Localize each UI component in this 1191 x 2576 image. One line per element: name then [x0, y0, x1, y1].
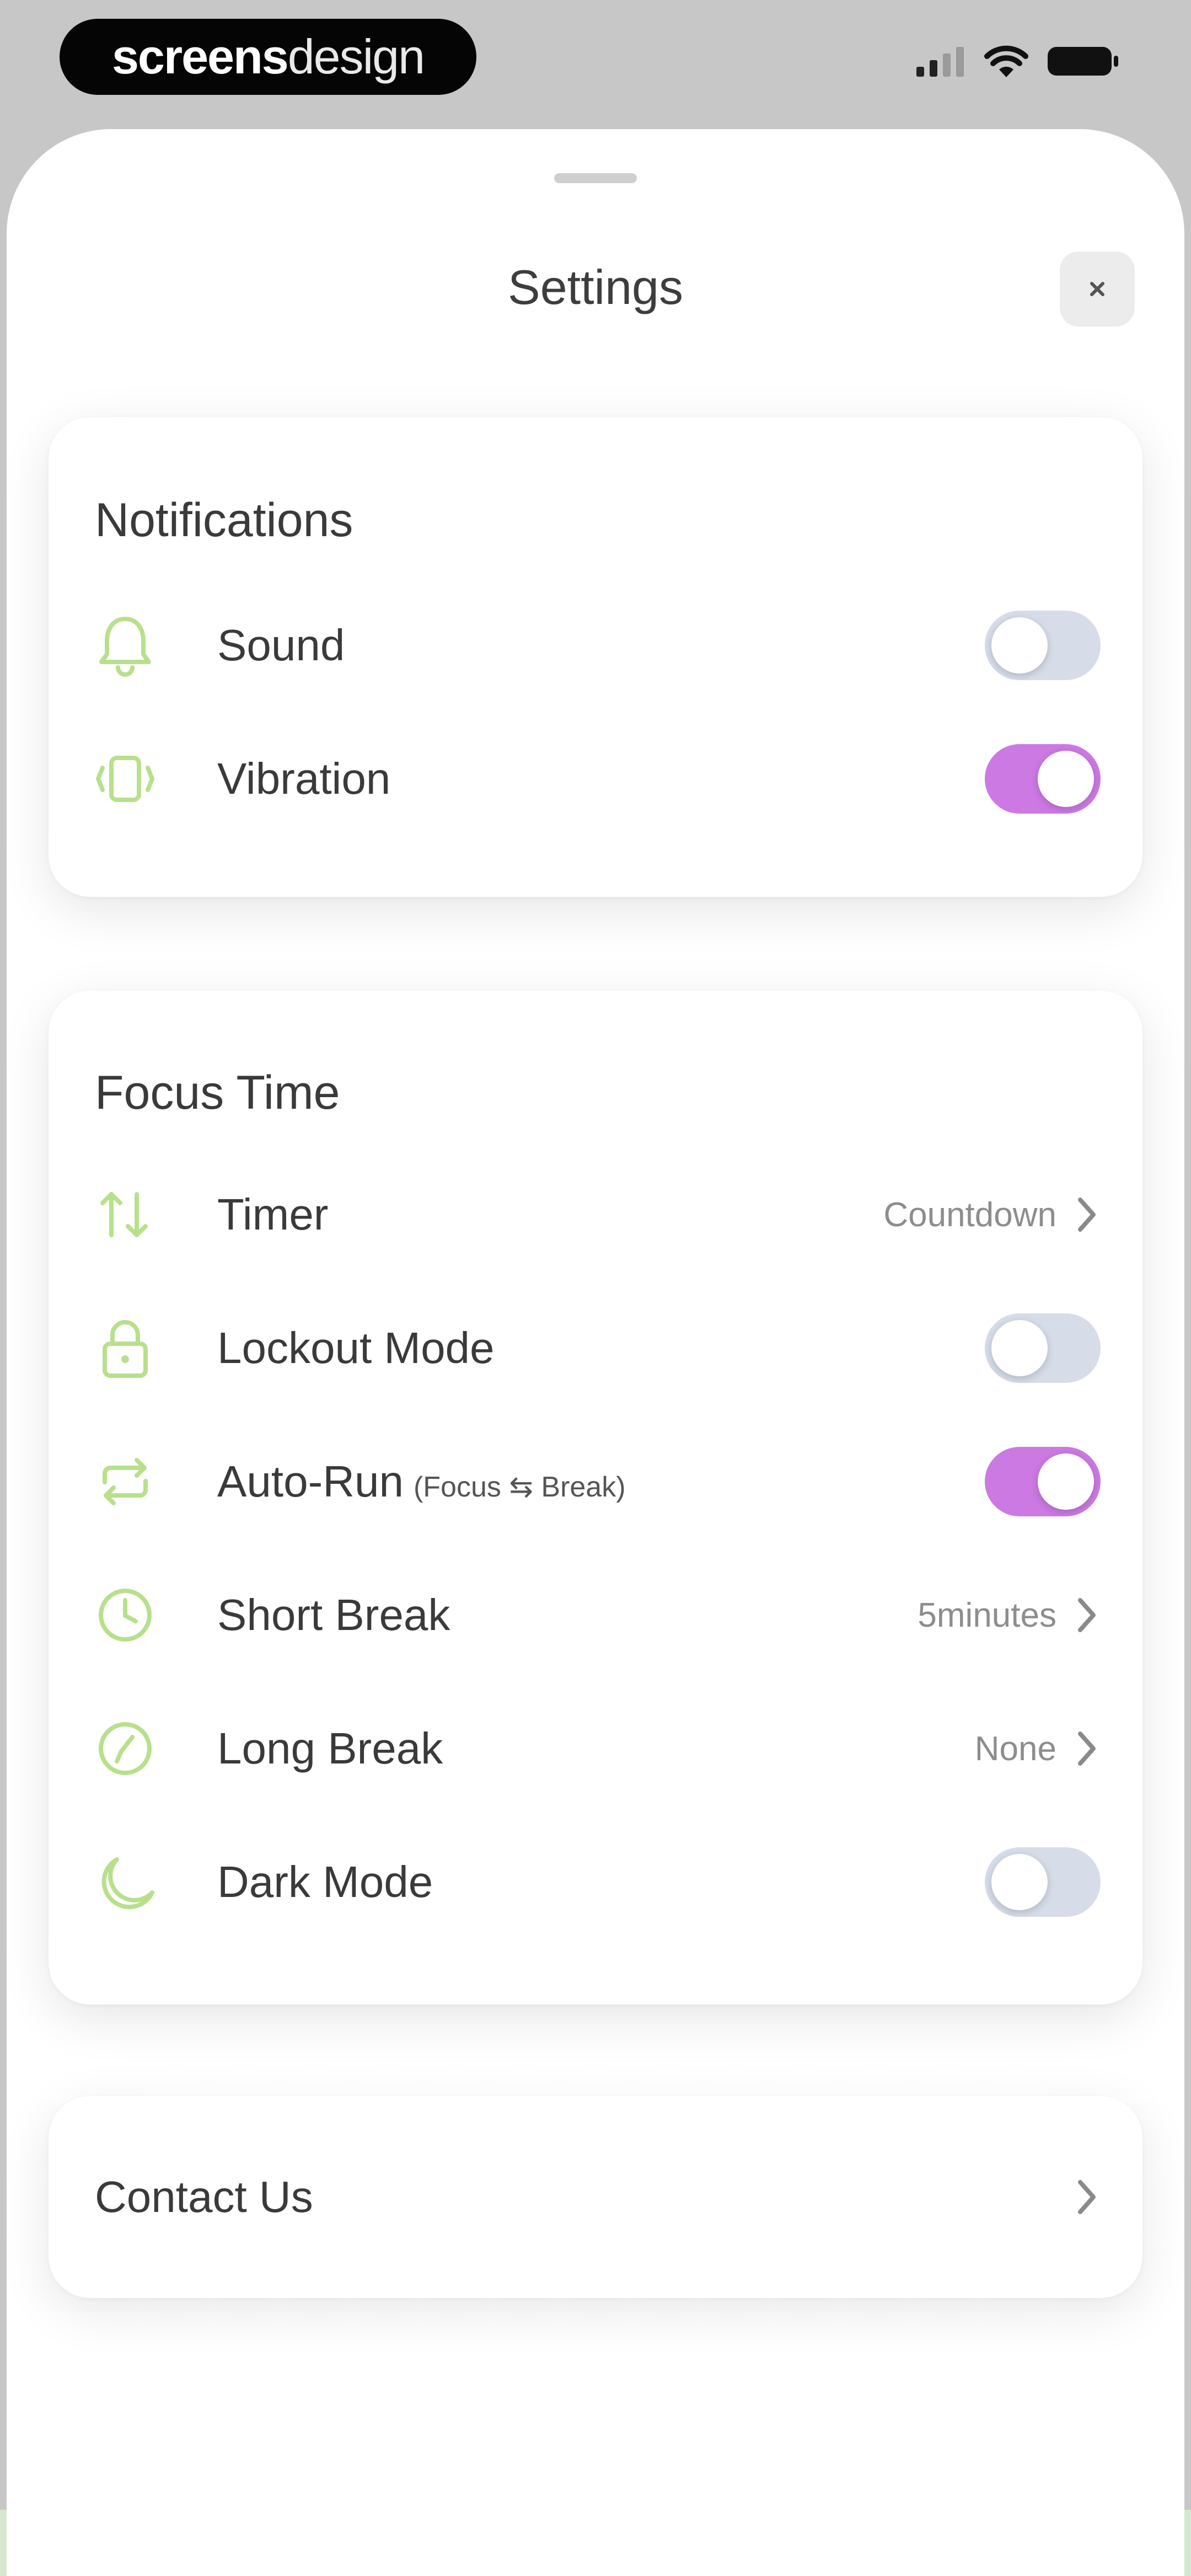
brand-text-light: design: [287, 29, 425, 84]
toggle-knob: [991, 617, 1048, 674]
long-break-label: Long Break: [217, 1724, 443, 1773]
short-break-value: 5minutes: [918, 1596, 1056, 1634]
repeat-icon: [95, 1448, 162, 1515]
moon-icon: [95, 1848, 162, 1916]
row-sound: Sound: [95, 601, 1101, 690]
vibration-label: Vibration: [217, 754, 391, 803]
notifications-card: Notifications Sound Vibration: [49, 417, 1142, 897]
close-icon: [1090, 282, 1104, 296]
timer-label: Timer: [217, 1190, 329, 1239]
toggle-knob: [1038, 751, 1094, 807]
lockout-mode-label: Lockout Mode: [217, 1323, 495, 1372]
brand-text-bold: screens: [111, 29, 289, 84]
row-long-break[interactable]: Long Break None: [95, 1704, 1101, 1793]
lock-icon: [95, 1314, 162, 1382]
wifi-icon: [984, 45, 1028, 77]
vibration-toggle[interactable]: [985, 744, 1101, 814]
auto-run-label: Auto-Run (Focus ⇆ Break): [217, 1456, 985, 1507]
signal-icon: [916, 47, 964, 77]
toggle-knob: [991, 1320, 1048, 1376]
sound-toggle[interactable]: [985, 611, 1101, 680]
settings-screen: screens design Settings Notifications So…: [0, 0, 1191, 2576]
row-vibration: Vibration: [95, 735, 1101, 823]
row-short-break[interactable]: Short Break 5minutes: [95, 1571, 1101, 1659]
timer-value: Countdown: [883, 1195, 1056, 1234]
row-contact-us[interactable]: Contact Us: [95, 2096, 1101, 2298]
row-lockout-mode: Lockout Mode: [95, 1304, 1101, 1392]
lockout-mode-toggle[interactable]: [985, 1313, 1101, 1383]
settings-sheet: Settings Notifications Sound Vibration F…: [7, 129, 1184, 2576]
row-auto-run: Auto-Run (Focus ⇆ Break): [95, 1437, 1101, 1526]
battery-icon: [1048, 47, 1118, 76]
notifications-title: Notifications: [95, 494, 353, 547]
focus-time-card: Focus Time Timer Countdown Lockout Mode …: [49, 991, 1142, 2005]
vibration-icon: [95, 745, 162, 813]
sound-label: Sound: [217, 621, 345, 670]
status-icons: [916, 44, 1119, 78]
chevron-right-icon: [1073, 1593, 1101, 1637]
short-break-label: Short Break: [217, 1590, 450, 1639]
bell-icon: [95, 612, 162, 679]
swap-arrows-icon: [95, 1181, 162, 1248]
toggle-knob: [991, 1854, 1048, 1910]
row-timer[interactable]: Timer Countdown: [95, 1171, 1101, 1259]
chevron-right-icon: [1073, 1193, 1101, 1237]
auto-run-toggle[interactable]: [985, 1447, 1101, 1516]
page-title: Settings: [508, 260, 683, 314]
chevron-right-icon: [1073, 1727, 1101, 1771]
long-break-value: None: [974, 1729, 1056, 1768]
clock-icon: [95, 1581, 162, 1649]
auto-run-sublabel: (Focus ⇆ Break): [413, 1471, 626, 1503]
contact-us-label: Contact Us: [95, 2172, 313, 2221]
toggle-knob: [1038, 1453, 1094, 1510]
sheet-grabber[interactable]: [554, 173, 637, 183]
brand-logo: screens design: [60, 19, 476, 95]
dark-mode-toggle[interactable]: [985, 1847, 1101, 1917]
contact-card[interactable]: Contact Us: [49, 2096, 1142, 2298]
row-dark-mode: Dark Mode: [95, 1838, 1101, 1926]
close-button[interactable]: [1060, 252, 1135, 327]
dark-mode-label: Dark Mode: [217, 1857, 433, 1906]
focus-time-title: Focus Time: [95, 1066, 340, 1119]
compass-icon: [95, 1715, 162, 1782]
chevron-right-icon: [1073, 2175, 1101, 2219]
auto-run-title: Auto-Run: [217, 1457, 404, 1506]
